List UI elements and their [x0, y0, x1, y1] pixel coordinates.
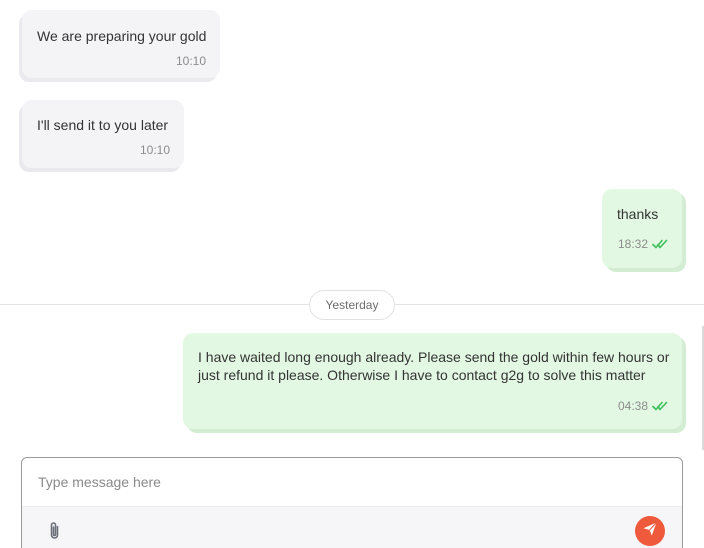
message-composer: [21, 457, 683, 548]
outgoing-message: I have waited long enough already. Pleas…: [183, 333, 682, 429]
message-text: We are preparing your gold: [37, 28, 207, 44]
message-time: 04:38: [617, 399, 648, 413]
incoming-message: I'll send it to you later 10:10: [22, 100, 184, 168]
message-text: I have waited long enough already. Pleas…: [198, 349, 670, 383]
double-check-icon: [652, 401, 668, 411]
paper-plane-icon: [642, 521, 658, 542]
composer-toolbar: [22, 506, 682, 548]
send-button[interactable]: [635, 516, 665, 546]
incoming-message: We are preparing your gold 10:10: [22, 10, 220, 78]
message-meta: 04:38: [618, 397, 668, 415]
message-text: I'll send it to you later: [37, 117, 169, 133]
message-time: 18:32: [617, 237, 648, 251]
outgoing-message: thanks 18:32: [602, 189, 682, 268]
message-time: 10:10: [139, 143, 170, 157]
message-meta: 18:32: [618, 235, 668, 253]
message-meta: 10:10: [140, 141, 170, 159]
message-meta: 10:10: [176, 52, 206, 70]
message-time: 10:10: [175, 54, 206, 68]
double-check-icon: [652, 239, 668, 249]
message-text: thanks: [617, 206, 659, 222]
message-input[interactable]: [22, 458, 682, 506]
chat-window: We are preparing your gold 10:10 I'll se…: [0, 0, 704, 548]
date-divider-label: Yesterday: [309, 290, 395, 320]
paperclip-icon[interactable]: [46, 520, 64, 542]
